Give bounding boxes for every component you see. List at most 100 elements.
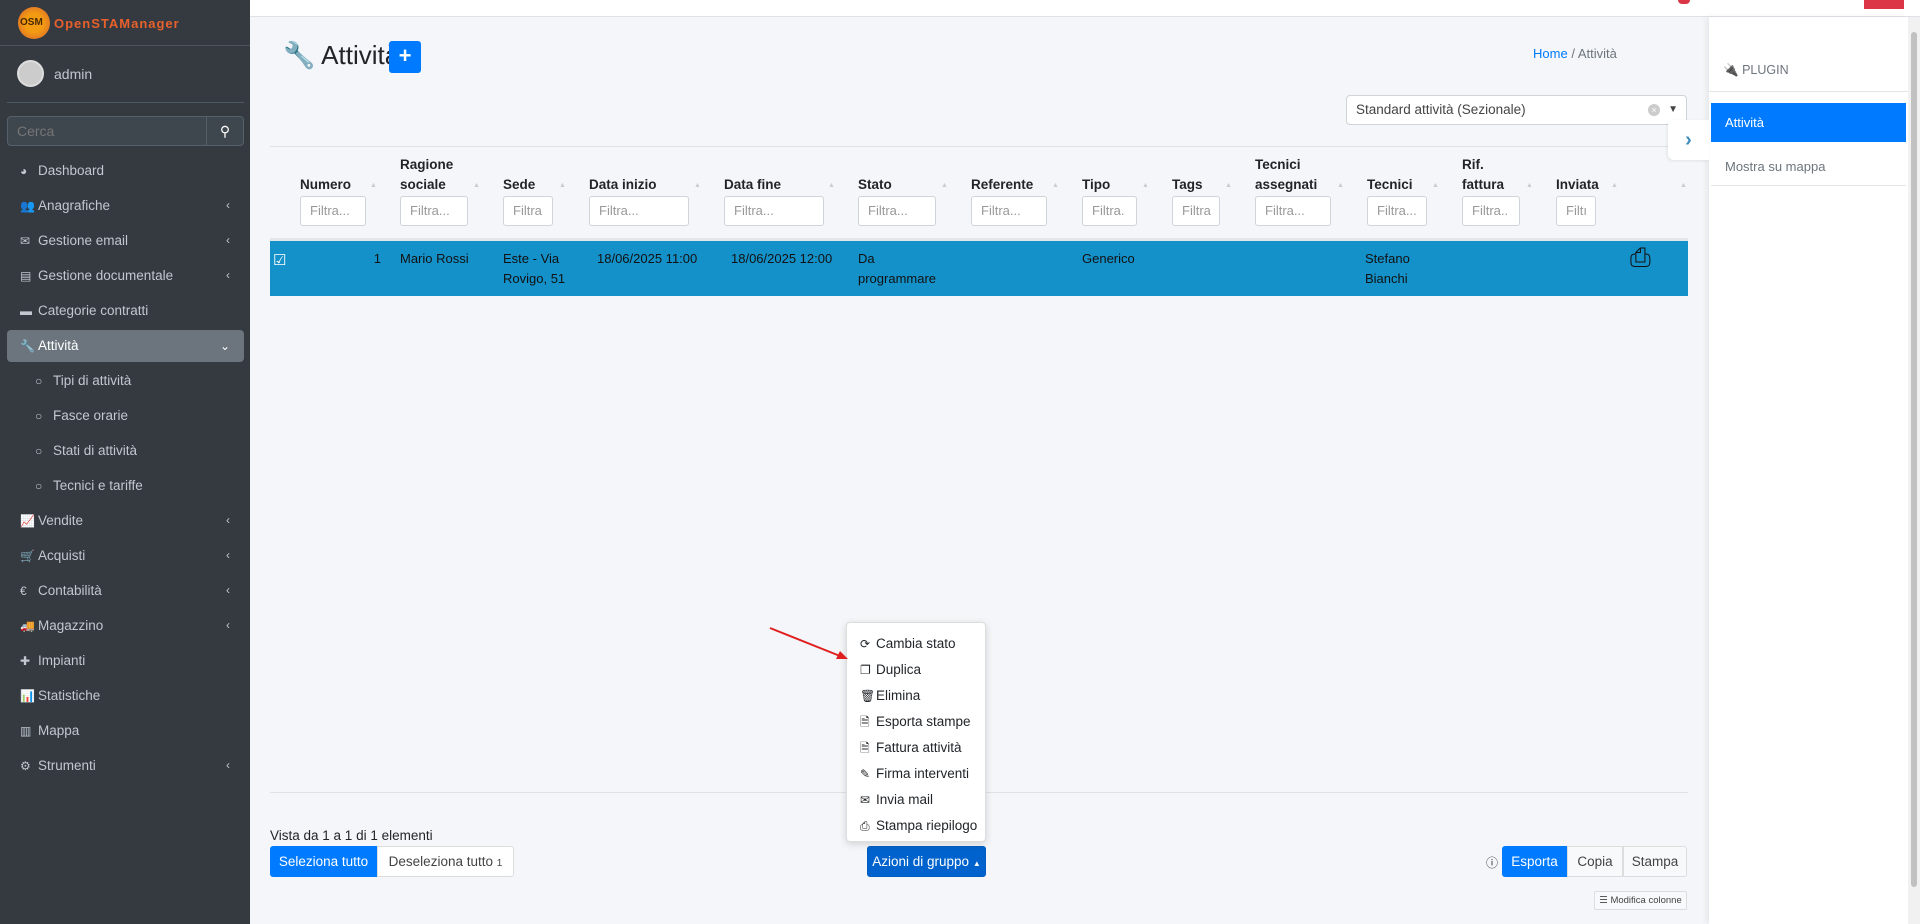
logo[interactable]: OSM OpenSTAManager: [0, 0, 250, 46]
sidebar-item-magazzino[interactable]: 🚚 Magazzino ‹: [7, 608, 244, 643]
column-header[interactable]: Tecnici: [1367, 175, 1413, 195]
column-header[interactable]: Stato: [858, 175, 892, 195]
sidebar-item-vendite[interactable]: 📈 Vendite ‹: [7, 503, 244, 538]
bulk-action-esporta-stampe[interactable]: 🗎 Esporta stampe: [847, 709, 985, 735]
sidebar-item-label: Statistiche: [38, 688, 101, 703]
sidebar-item-gestione-email[interactable]: ✉ Gestione email ‹: [7, 223, 244, 258]
breadcrumb-home[interactable]: Home: [1533, 46, 1568, 61]
sort-icon[interactable]: ▲: [1142, 182, 1149, 189]
edit-columns-button[interactable]: ☰ Modifica colonne: [1594, 891, 1687, 910]
column-filter-input[interactable]: Filtra...: [1367, 196, 1427, 226]
sidebar-item-tecnici-e-tariffe[interactable]: ○ Tecnici e tariffe: [7, 468, 244, 503]
scrollbar-thumb[interactable]: [1911, 32, 1917, 887]
plug-icon: 🔌: [1723, 63, 1739, 77]
wrench-icon: 🔧: [20, 339, 35, 353]
help-icon[interactable]: ⓘ: [1486, 854, 1498, 871]
column-filter-input[interactable]: Filtra...: [300, 196, 366, 226]
clear-icon[interactable]: ×: [1648, 104, 1660, 116]
sidebar-item-statistiche[interactable]: 📊 Statistiche: [7, 678, 244, 713]
sidebar-item-contabilit-[interactable]: € Contabilità ‹: [7, 573, 244, 608]
table-row[interactable]: ☑ 1 Mario Rossi Este - Via Rovigo, 51 18/06/…: [270, 238, 1688, 296]
scrollbar[interactable]: [1908, 17, 1920, 924]
sort-icon[interactable]: ▲: [1432, 182, 1439, 189]
sort-icon[interactable]: ▲: [1225, 182, 1232, 189]
sidebar-item-fasce-orarie[interactable]: ○ Fasce orarie: [7, 398, 244, 433]
sort-icon[interactable]: ▲: [1052, 182, 1059, 189]
bulk-action-stampa-riepilogo[interactable]: ⎙ Stampa riepilogo: [847, 813, 985, 839]
column-filter-input[interactable]: Filtra: [503, 196, 553, 226]
sidebar-item-categorie-contratti[interactable]: ▬ Categorie contratti: [7, 293, 244, 328]
sort-icon[interactable]: ▲: [1680, 182, 1687, 189]
sort-icon[interactable]: ▲: [828, 182, 835, 189]
sort-icon[interactable]: ▲: [694, 182, 701, 189]
sort-icon[interactable]: ▲: [473, 182, 480, 189]
bulk-action-elimina[interactable]: 🗑Elimina: [847, 683, 985, 709]
puzzle-icon: ✚: [20, 654, 31, 668]
sort-icon[interactable]: ▲: [1337, 182, 1344, 189]
sidebar-item-tipi-di-attivit-[interactable]: ○ Tipi di attività: [7, 363, 244, 398]
column-filter-input[interactable]: Filtra..: [1462, 196, 1520, 226]
plugin-tab-mappa[interactable]: Mostra su mappa: [1711, 148, 1906, 186]
print-icon[interactable]: ⎙: [1630, 244, 1651, 270]
column-filter-input[interactable]: Filtı: [1556, 196, 1596, 226]
column-filter-input[interactable]: Filtra...: [1255, 196, 1331, 226]
bulk-actions-button[interactable]: Azioni di gruppo ▲: [867, 846, 986, 877]
sidebar-item-gestione-documentale[interactable]: ▤ Gestione documentale ‹: [7, 258, 244, 293]
sidebar-item-impianti[interactable]: ✚ Impianti: [7, 643, 244, 678]
search-button[interactable]: ⚲: [206, 117, 243, 145]
sort-icon[interactable]: ▲: [941, 182, 948, 189]
sort-icon[interactable]: ▲: [559, 182, 566, 189]
sort-icon[interactable]: ▲: [370, 182, 377, 189]
column-filter-input[interactable]: Filtra...: [858, 196, 936, 226]
column-header[interactable]: Tags: [1172, 175, 1203, 195]
search-input[interactable]: [8, 117, 206, 145]
print-button[interactable]: Stampa: [1623, 846, 1687, 877]
envelope-icon: ✉: [20, 234, 31, 248]
sidebar-item-strumenti[interactable]: ⚙ Strumenti ‹: [7, 748, 244, 783]
bulk-action-duplica[interactable]: ❐ Duplica: [847, 657, 985, 683]
sidebar-item-anagrafiche[interactable]: 👥 Anagrafiche ‹: [7, 188, 244, 223]
chevron-icon: ‹: [226, 198, 230, 212]
segment-select[interactable]: Standard attività (Sezionale) × ▼: [1346, 95, 1687, 125]
sidebar-item-label: Strumenti: [38, 758, 96, 773]
pencil-icon: ✎: [860, 767, 871, 781]
select-all-button[interactable]: Seleziona tutto: [270, 846, 377, 877]
logout-button[interactable]: [1864, 0, 1904, 9]
sidebar-item-mappa[interactable]: ▥ Mappa: [7, 713, 244, 748]
column-header[interactable]: Tecnici assegnati: [1255, 155, 1317, 195]
column-header[interactable]: Tipo: [1082, 175, 1110, 195]
column-header[interactable]: Data inizio: [589, 175, 657, 195]
column-filter-input[interactable]: Filtra...: [400, 196, 468, 226]
user-name: admin: [54, 66, 93, 82]
bulk-action-firma-interventi[interactable]: ✎ Firma interventi: [847, 761, 985, 787]
column-header[interactable]: Data fine: [724, 175, 781, 195]
plugin-tab-attivita[interactable]: Attività: [1711, 103, 1906, 142]
add-button[interactable]: +: [389, 41, 421, 73]
bulk-action-fattura-attivit-[interactable]: 🗎 Fattura attività: [847, 735, 985, 761]
column-header[interactable]: Rif. fattura: [1462, 155, 1504, 195]
copy-button[interactable]: Copia: [1567, 846, 1623, 877]
column-header[interactable]: Inviata: [1556, 175, 1599, 195]
column-filter-input[interactable]: Filtra...: [971, 196, 1047, 226]
export-button[interactable]: Esporta: [1502, 846, 1567, 877]
column-filter-input[interactable]: Filtra...: [724, 196, 824, 226]
bulk-action-cambia-stato[interactable]: ⟳ Cambia stato: [847, 631, 985, 657]
sidebar-item-acquisti[interactable]: 🛒 Acquisti ‹: [7, 538, 244, 573]
user-panel[interactable]: admin: [0, 46, 250, 103]
sort-icon[interactable]: ▲: [1526, 182, 1533, 189]
column-header[interactable]: Ragione sociale: [400, 155, 453, 195]
sort-icon[interactable]: ▲: [1611, 182, 1618, 189]
column-filter-input[interactable]: Filtra.: [1082, 196, 1137, 226]
column-filter-input[interactable]: Filtra...: [589, 196, 689, 226]
deselect-all-button[interactable]: Deseleziona tutto 1: [377, 846, 514, 877]
sidebar-item-attivit-[interactable]: 🔧 Attività ⌄: [7, 330, 244, 362]
sidebar-item-dashboard[interactable]: ◕ Dashboard: [7, 153, 244, 188]
column-header[interactable]: Referente: [971, 175, 1033, 195]
column-header[interactable]: Sede: [503, 175, 535, 195]
sidebar-item-stati-di-attivit-[interactable]: ○ Stati di attività: [7, 433, 244, 468]
column-filter-input[interactable]: Filtra: [1172, 196, 1220, 226]
panel-toggle-button[interactable]: ›: [1668, 120, 1709, 160]
table-cell: Da programmare: [858, 251, 937, 286]
bulk-action-invia-mail[interactable]: ✉ Invia mail: [847, 787, 985, 813]
column-header[interactable]: Numero: [300, 175, 351, 195]
